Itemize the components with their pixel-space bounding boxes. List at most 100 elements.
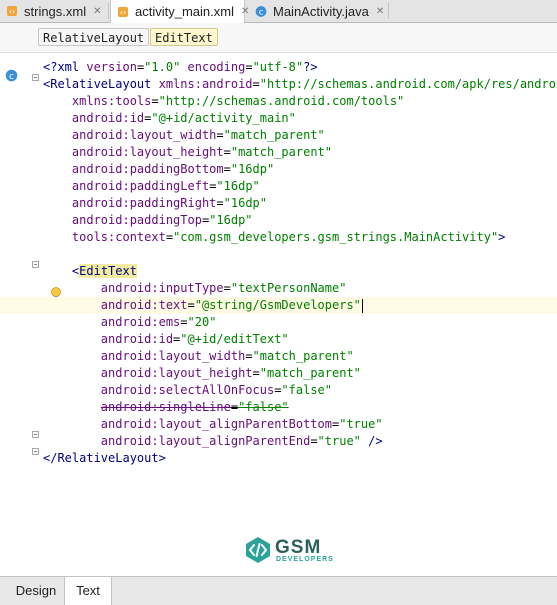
code-token: = bbox=[245, 349, 253, 363]
code-line[interactable]: </RelativeLayout> bbox=[0, 450, 557, 467]
code-line[interactable] bbox=[0, 246, 557, 263]
xml-file-icon: ‹› bbox=[117, 6, 129, 18]
code-token: > bbox=[498, 230, 506, 244]
code-token: "true" bbox=[339, 417, 383, 431]
fold-toggle[interactable] bbox=[32, 431, 39, 438]
code-token: ?> bbox=[303, 60, 318, 74]
code-token: android:paddingTop bbox=[71, 213, 202, 227]
code-token: = bbox=[223, 145, 231, 159]
code-token: android:layout_height bbox=[100, 366, 253, 380]
editor-mode-tabs: Design Text bbox=[0, 576, 557, 605]
code-token: = bbox=[180, 315, 188, 329]
tab-design[interactable]: Design bbox=[8, 577, 64, 605]
code-token: = bbox=[151, 94, 159, 108]
code-line[interactable]: <RelativeLayout xmlns:android="http://sc… bbox=[0, 76, 557, 93]
close-icon[interactable]: ✕ bbox=[376, 6, 384, 17]
code-line[interactable]: android:layout_height="match_parent" bbox=[0, 144, 557, 161]
fold-toggle[interactable] bbox=[32, 261, 39, 268]
code-token: xml bbox=[57, 60, 87, 74]
breadcrumb-edittext[interactable]: EditText bbox=[150, 28, 218, 46]
close-icon[interactable]: ✕ bbox=[93, 6, 101, 17]
code-token: android:layout_width bbox=[71, 128, 217, 142]
code-line[interactable]: android:layout_alignParentEnd="true" /> bbox=[0, 433, 557, 450]
code-line[interactable]: android:layout_alignParentBottom="true" bbox=[0, 416, 557, 433]
fold-toggle[interactable] bbox=[32, 448, 39, 455]
code-token: "utf-8" bbox=[252, 60, 304, 74]
code-editor[interactable]: <?xml version="1.0" encoding="utf-8"?> <R… bbox=[0, 53, 557, 576]
code-token: "com.gsm_developers.gsm_strings.MainActi… bbox=[173, 230, 499, 244]
tab-strings-xml[interactable]: ‹› strings.xml ✕ bbox=[6, 0, 106, 22]
code-token: android:paddingBottom bbox=[71, 162, 224, 176]
code-token: android:ems bbox=[100, 315, 181, 329]
code-token: android:paddingRight bbox=[71, 196, 217, 210]
code-token: <RelativeLayout bbox=[43, 77, 159, 91]
code-line-text: android:id="@+id/activity_main" bbox=[43, 110, 296, 127]
code-token: "true" bbox=[317, 434, 361, 448]
tab-mainactivity-java[interactable]: c MainActivity.java ✕ bbox=[255, 0, 385, 22]
code-line-text: android:id="@+id/editText" bbox=[43, 331, 289, 348]
code-line[interactable]: android:selectAllOnFocus="false" bbox=[0, 382, 557, 399]
code-line[interactable]: android:id="@+id/activity_main" bbox=[0, 110, 557, 127]
code-token: android:layout_height bbox=[71, 145, 224, 159]
fold-toggle[interactable] bbox=[32, 74, 39, 81]
code-line[interactable]: xmlns:tools="http://schemas.android.com/… bbox=[0, 93, 557, 110]
code-line[interactable]: android:paddingTop="16dp" bbox=[0, 212, 557, 229]
code-line[interactable]: <EditText bbox=[0, 263, 557, 280]
code-line[interactable]: <?xml version="1.0" encoding="utf-8"?> bbox=[0, 59, 557, 76]
code-token: = bbox=[230, 400, 239, 414]
code-token: encoding bbox=[187, 60, 246, 74]
code-line-text: android:layout_alignParentEnd="true" /> bbox=[43, 433, 383, 450]
code-line-text: xmlns:tools="http://schemas.android.com/… bbox=[43, 93, 404, 110]
logo-mark-icon bbox=[246, 537, 270, 563]
code-line[interactable]: android:text="@string/GsmDevelopers" bbox=[0, 297, 557, 314]
close-icon[interactable]: ✕ bbox=[241, 6, 249, 17]
code-line[interactable]: android:inputType="textPersonName" bbox=[0, 280, 557, 297]
code-token: "match_parent" bbox=[230, 145, 333, 159]
code-line-text: android:singleLine="false" bbox=[43, 399, 289, 416]
code-line[interactable]: android:layout_width="match_parent" bbox=[0, 348, 557, 365]
code-line-text: android:layout_height="match_parent" bbox=[43, 144, 332, 161]
code-token: "http://schemas.android.com/apk/res/andr… bbox=[259, 77, 557, 91]
code-line[interactable]: tools:context="com.gsm_developers.gsm_st… bbox=[0, 229, 557, 246]
code-line-text: android:ems="20" bbox=[43, 314, 217, 331]
code-token: android:singleLine bbox=[100, 400, 231, 414]
code-line[interactable]: android:paddingLeft="16dp" bbox=[0, 178, 557, 195]
breadcrumb-relativelayout[interactable]: RelativeLayout bbox=[38, 28, 150, 46]
svg-text:c: c bbox=[259, 6, 264, 16]
code-line[interactable]: android:singleLine="false" bbox=[0, 399, 557, 416]
gsm-developers-logo: GSM DEVELOPERS bbox=[243, 535, 333, 565]
tab-label: MainActivity.java bbox=[273, 3, 369, 19]
code-line[interactable]: android:layout_width="match_parent" bbox=[0, 127, 557, 144]
code-line[interactable]: android:paddingRight="16dp" bbox=[0, 195, 557, 212]
code-line-text: android:inputType="textPersonName" bbox=[43, 280, 347, 297]
code-line-text: <EditText bbox=[43, 263, 137, 280]
code-line-text: <RelativeLayout xmlns:android="http://sc… bbox=[43, 76, 557, 93]
code-token: = bbox=[252, 366, 260, 380]
code-token: android:id bbox=[100, 332, 174, 346]
code-line-text: android:layout_width="match_parent" bbox=[43, 127, 325, 144]
tab-text[interactable]: Text bbox=[64, 577, 112, 605]
code-line[interactable]: android:layout_height="match_parent" bbox=[0, 365, 557, 382]
code-token: "1.0" bbox=[144, 60, 181, 74]
tab-activity-main-xml[interactable]: ‹› activity_main.xml ✕ bbox=[110, 0, 249, 23]
code-line[interactable]: android:id="@+id/editText" bbox=[0, 331, 557, 348]
code-token: "@+id/activity_main" bbox=[151, 111, 296, 125]
code-line-text: android:text="@string/GsmDevelopers" bbox=[43, 297, 363, 314]
code-line[interactable]: android:ems="20" bbox=[0, 314, 557, 331]
code-token: = bbox=[252, 77, 260, 91]
code-line[interactable]: android:paddingBottom="16dp" bbox=[0, 161, 557, 178]
code-line-text: android:layout_width="match_parent" bbox=[43, 348, 354, 365]
code-token: </RelativeLayout> bbox=[43, 451, 166, 465]
code-token: = bbox=[310, 434, 318, 448]
